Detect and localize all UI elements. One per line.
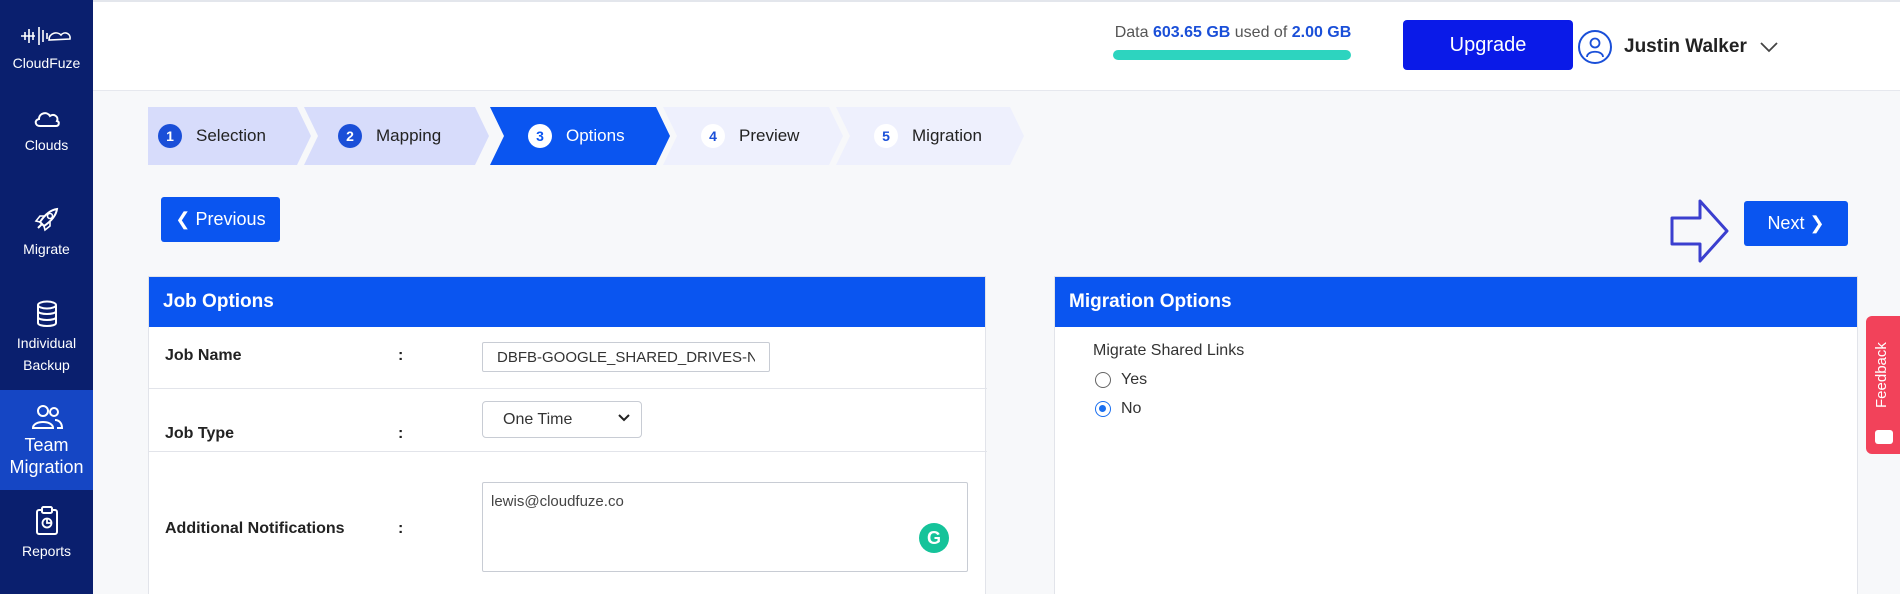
chevron-down-icon [618,414,630,422]
shared-links-label: Migrate Shared Links [1093,342,1245,359]
sidebar-item-reports[interactable]: Reports [0,506,93,562]
cloudfuze-logo-icon [20,27,71,45]
job-type-label: Job Type [165,425,235,442]
step-label: Options [566,126,625,145]
colon: : [398,520,404,537]
user-menu[interactable]: Justin Walker [1578,30,1779,64]
step-number: 2 [338,124,362,148]
step-number: 4 [701,124,725,148]
step-migration[interactable]: 5 Migration [836,107,1024,165]
sidebar-item-team-migration[interactable]: Team Migration [0,390,93,490]
sidebar-item-clouds[interactable]: Clouds [0,108,93,156]
step-number: 5 [874,124,898,148]
step-mapping[interactable]: 2 Mapping [304,107,489,165]
cloud-icon [34,112,60,127]
logo-label: CloudFuze [12,55,81,71]
top-header: Data 603.65 GB used of 2.00 GB Upgrade J… [93,0,1900,91]
sidebar-item-label: Team Migration [9,435,84,477]
next-button[interactable]: Next ❯ [1744,201,1848,246]
radio-yes-circle[interactable] [1095,372,1111,388]
step-selection[interactable]: 1 Selection [148,107,311,165]
step-label: Mapping [376,126,442,145]
chevron-down-icon [1760,42,1778,53]
job-options-panel: Job Options Job Name : Job Type : One Ti… [148,276,987,594]
storage-usage: Data 603.65 GB used of 2.00 GB [1113,24,1353,60]
feedback-tab[interactable]: Feedback [1866,316,1900,454]
storage-mid: used of [1234,24,1288,41]
clipboard-icon [35,506,58,535]
users-icon [31,405,63,429]
job-type-select[interactable]: One Time [482,401,642,438]
chat-icon [1875,430,1893,444]
previous-button[interactable]: ❮ Previous [161,197,280,242]
logo[interactable]: CloudFuze [0,24,93,74]
colon: : [398,425,404,442]
feedback-label: Feedback [1873,342,1890,408]
chevron-left-icon: ❮ [175,209,191,229]
radio-yes[interactable]: Yes [1095,371,1147,389]
user-name: Justin Walker [1624,36,1747,57]
storage-used: 603.65 GB [1152,24,1231,41]
notifications-label: Additional Notifications [165,520,345,537]
radio-no-circle[interactable] [1095,401,1111,417]
job-type-value: One Time [503,410,573,428]
migration-options-panel: Migration Options Migrate Shared Links Y… [1054,276,1858,594]
chevron-right-icon: ❯ [1809,213,1825,233]
storage-prefix: Data [1114,24,1149,41]
sidebar: CloudFuze Clouds Migrate Individual Back… [0,0,93,594]
step-number: 3 [528,124,552,148]
sidebar-item-label: Migrate [23,241,70,257]
rocket-icon [34,207,58,232]
job-type-row: Job Type : One Time [149,389,987,452]
step-label: Preview [739,126,800,145]
storage-progress-bar [1113,50,1351,60]
step-preview[interactable]: 4 Preview [663,107,843,165]
radio-no[interactable]: No [1095,400,1141,418]
step-label: Migration [912,126,982,145]
step-number: 1 [158,124,182,148]
arrow-right-icon [1670,199,1729,263]
job-name-input[interactable] [482,342,770,372]
notifications-value: lewis@cloudfuze.co [491,493,624,510]
colon: : [398,347,404,364]
notifications-row: Additional Notifications : lewis@cloudfu… [149,452,987,594]
job-name-label: Job Name [165,347,242,364]
upgrade-button[interactable]: Upgrade [1403,20,1573,70]
notifications-textarea[interactable]: lewis@cloudfuze.co G [482,482,968,572]
database-icon [36,300,57,327]
migration-options-title: Migration Options [1055,277,1857,327]
job-options-title: Job Options [149,277,985,327]
previous-label: Previous [195,209,266,229]
storage-total: 2.00 GB [1291,24,1352,41]
sidebar-item-label: Reports [21,543,72,559]
grammarly-icon[interactable]: G [919,523,949,553]
radio-no-label: No [1121,400,1142,417]
step-label: Selection [196,126,266,145]
next-label: Next [1767,213,1805,233]
radio-yes-label: Yes [1121,371,1148,388]
sidebar-item-individual-backup[interactable]: Individual Backup [0,300,93,376]
step-options[interactable]: 3 Options [490,107,670,165]
job-name-row: Job Name : [149,327,987,389]
sidebar-item-migrate[interactable]: Migrate [0,204,93,260]
storage-text: Data 603.65 GB used of 2.00 GB [1113,24,1353,42]
sidebar-item-label: Clouds [24,137,69,153]
user-avatar-icon [1578,30,1612,64]
sidebar-item-label: Individual Backup [16,335,77,373]
